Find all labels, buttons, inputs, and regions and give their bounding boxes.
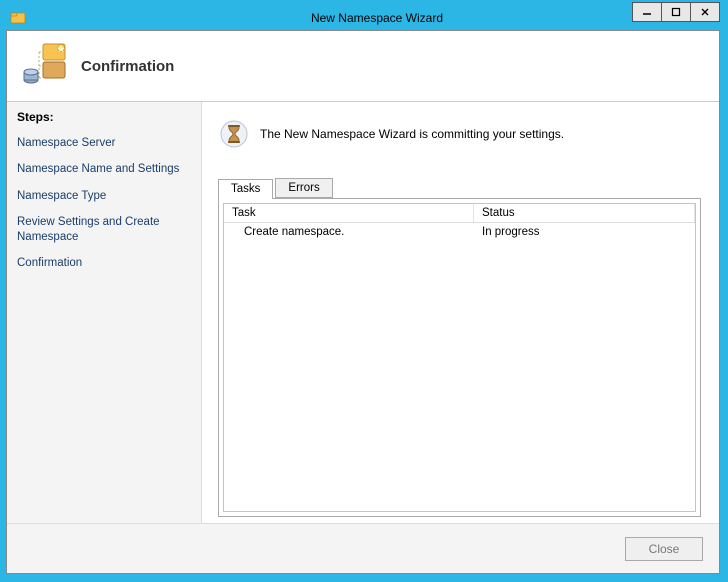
maximize-button[interactable] [661, 2, 691, 22]
steps-heading: Steps: [7, 106, 201, 130]
step-namespace-server[interactable]: Namespace Server [7, 130, 201, 156]
step-review-create[interactable]: Review Settings and Create Namespace [7, 209, 201, 250]
status-line: The New Namespace Wizard is committing y… [218, 118, 701, 150]
cell-task: Create namespace. [224, 223, 474, 241]
window-frame: New Namespace Wizard [0, 0, 728, 582]
wizard-header: Confirmation [7, 31, 719, 101]
step-confirmation[interactable]: Confirmation [7, 250, 201, 276]
tab-row: Tasks Errors [218, 178, 701, 198]
cell-status: In progress [474, 223, 695, 241]
hourglass-icon [218, 118, 250, 150]
status-text: The New Namespace Wizard is committing y… [260, 127, 564, 141]
button-bar: Close [7, 523, 719, 573]
main-panel: The New Namespace Wizard is committing y… [202, 102, 719, 523]
column-status[interactable]: Status [474, 204, 695, 222]
dialog-body: Confirmation Steps: Namespace Server Nam… [6, 30, 720, 574]
tab-content: Task Status Create namespace. In progres… [218, 198, 701, 517]
tab-errors[interactable]: Errors [275, 178, 332, 198]
page-title: Confirmation [81, 58, 174, 75]
wizard-icon [21, 42, 69, 90]
window-title: New Namespace Wizard [34, 11, 720, 25]
step-namespace-name-settings[interactable]: Namespace Name and Settings [7, 156, 201, 182]
step-namespace-type[interactable]: Namespace Type [7, 183, 201, 209]
column-task[interactable]: Task [224, 204, 474, 222]
close-dialog-button[interactable]: Close [625, 537, 703, 561]
titlebar[interactable]: New Namespace Wizard [6, 6, 720, 30]
table-header: Task Status [224, 204, 695, 223]
table-row[interactable]: Create namespace. In progress [224, 223, 695, 241]
window-controls [633, 2, 720, 22]
content-row: Steps: Namespace Server Namespace Name a… [7, 101, 719, 523]
minimize-button[interactable] [632, 2, 662, 22]
tab-tasks[interactable]: Tasks [218, 179, 273, 199]
tasks-table: Task Status Create namespace. In progres… [223, 203, 696, 512]
steps-panel: Steps: Namespace Server Namespace Name a… [7, 102, 202, 523]
close-button[interactable] [690, 2, 720, 22]
app-icon [10, 10, 26, 26]
